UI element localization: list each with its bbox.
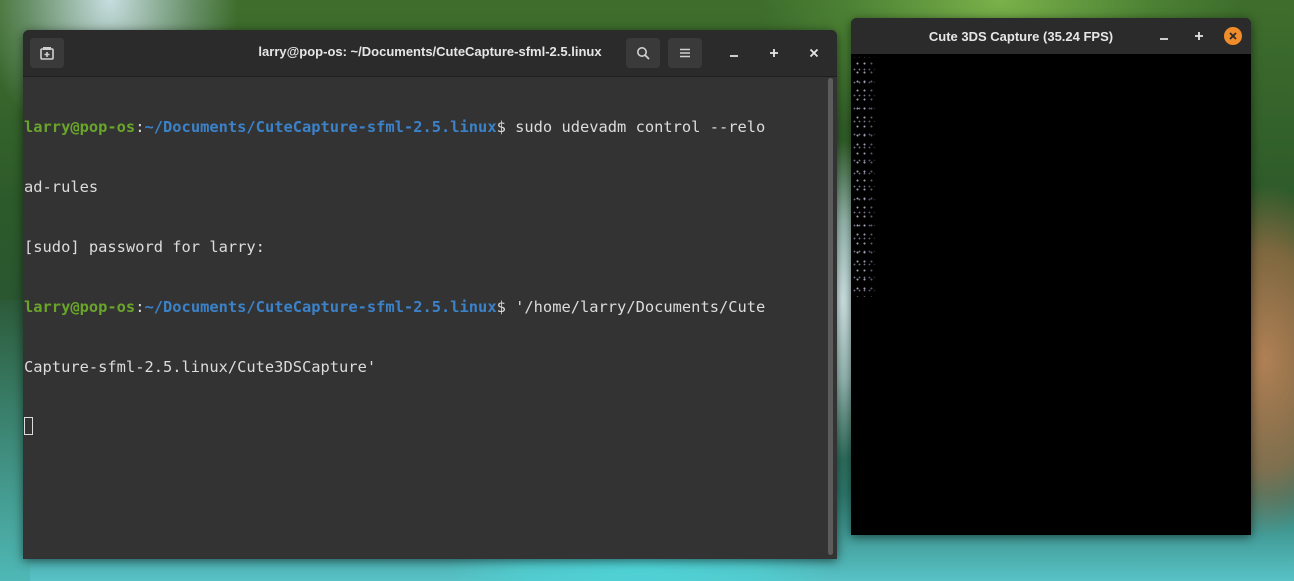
terminal-header-bar[interactable]: larry@pop-os: ~/Documents/CuteCapture-sf… xyxy=(23,30,837,77)
minimize-button[interactable] xyxy=(723,42,745,64)
prompt-user: larry@pop-os xyxy=(24,298,136,316)
scrollbar[interactable] xyxy=(825,78,835,555)
maximize-icon xyxy=(1195,32,1203,40)
terminal-line: [sudo] password for larry: xyxy=(24,238,265,256)
capture-header-bar[interactable]: Cute 3DS Capture (35.24 FPS) xyxy=(851,18,1251,54)
close-icon xyxy=(809,48,819,58)
capture-maximize-button[interactable] xyxy=(1188,25,1210,47)
terminal-title: larry@pop-os: ~/Documents/CuteCapture-sf… xyxy=(258,44,602,59)
close-icon xyxy=(1229,32,1237,40)
terminal-line xyxy=(24,417,823,437)
minimize-icon xyxy=(730,55,738,57)
search-icon xyxy=(637,47,650,60)
terminal-line: larry@pop-os:~/Documents/CuteCapture-sfm… xyxy=(24,297,823,317)
terminal-line: ad-rules xyxy=(24,178,99,196)
prompt-path: ~/Documents/CuteCapture-sfml-2.5.linux xyxy=(144,298,497,316)
capture-title: Cute 3DS Capture (35.24 FPS) xyxy=(928,29,1114,44)
capture-screen[interactable] xyxy=(851,55,1251,535)
new-tab-button[interactable] xyxy=(30,38,64,68)
search-button[interactable] xyxy=(626,38,660,68)
prompt-path: ~/Documents/CuteCapture-sfml-2.5.linux xyxy=(144,118,497,136)
terminal-line: larry@pop-os:~/Documents/CuteCapture-sfm… xyxy=(24,117,823,137)
maximize-icon xyxy=(770,49,778,57)
capture-noise-artifact xyxy=(853,57,877,297)
hamburger-menu-icon xyxy=(680,48,690,58)
terminal-output[interactable]: larry@pop-os:~/Documents/CuteCapture-sfm… xyxy=(23,77,823,559)
text-cursor xyxy=(24,417,33,435)
scrollbar-thumb[interactable] xyxy=(828,78,833,555)
close-button[interactable] xyxy=(803,42,825,64)
terminal-line: Capture-sfml-2.5.linux/Cute3DSCapture' xyxy=(24,358,377,376)
capture-window[interactable]: Cute 3DS Capture (35.24 FPS) xyxy=(851,18,1251,535)
minimize-icon xyxy=(1160,38,1168,40)
command-text: $ '/home/larry/Documents/Cute xyxy=(496,298,766,316)
maximize-button[interactable] xyxy=(763,42,785,64)
new-tab-icon xyxy=(40,47,54,60)
menu-button[interactable] xyxy=(668,38,702,68)
capture-close-button[interactable] xyxy=(1224,27,1242,45)
prompt-user: larry@pop-os xyxy=(24,118,136,136)
capture-minimize-button[interactable] xyxy=(1153,25,1175,47)
command-text: $ sudo udevadm control --relo xyxy=(496,118,766,136)
terminal-window[interactable]: larry@pop-os: ~/Documents/CuteCapture-sf… xyxy=(23,30,837,559)
